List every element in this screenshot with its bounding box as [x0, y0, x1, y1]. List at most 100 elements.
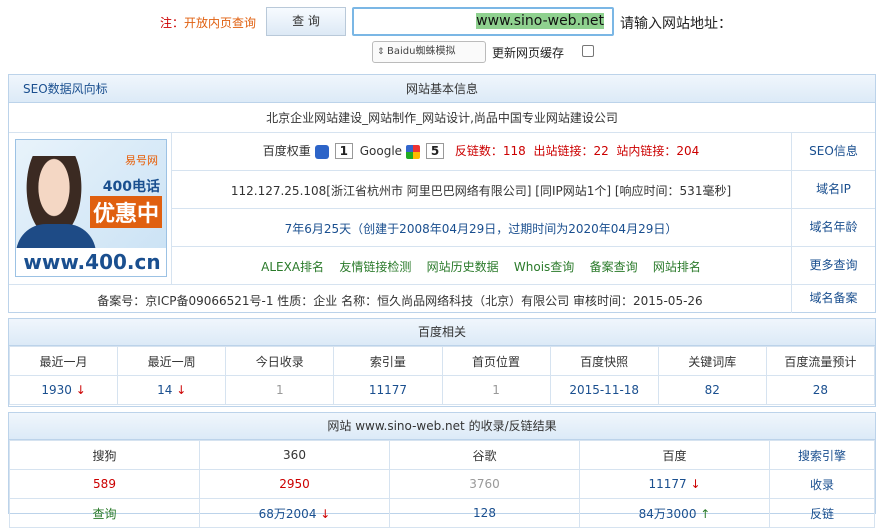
row-backlinks-label: 反链	[769, 498, 875, 528]
seo-info-row: 百度权重 1 Google 5 反链数：118 出站链接：22 站内链接：204	[171, 142, 791, 159]
domain-age-value: 7年6月25天（创建于2008年04月29日，过期时间为2020年04月29日）	[284, 222, 678, 236]
down-arrow-icon: ↓	[75, 383, 86, 397]
sogou-query-link[interactable]: 查询	[9, 498, 200, 528]
baidu-indexed-number: 11177	[648, 477, 687, 491]
index-row-backlinks: 查询 68万2004 ↓ 128 84万3000 ↑ 反链	[9, 498, 875, 528]
snapshot-value[interactable]: 2015-11-18	[549, 375, 659, 405]
baidu-header-row: 最近一月 最近一周 今日收录 索引量 首页位置 百度快照 关键词库 百度流量预计	[8, 346, 876, 376]
url-label: 请输入网站地址：	[620, 16, 732, 32]
360-backlinks-number: 68万2004	[258, 506, 317, 521]
last-month-value[interactable]: 1930 ↓	[8, 375, 119, 405]
internal-links-count: 站内链接：204	[616, 144, 700, 158]
index-panel: 网站 www.sino-web.net 的收录/反链结果 搜狗 360 谷歌 百…	[8, 412, 876, 528]
more-queries-label[interactable]: 更多查询	[791, 246, 875, 284]
site-rank-link[interactable]: 网站排名	[653, 260, 701, 274]
sogou-indexed[interactable]: 589	[9, 469, 200, 499]
backlinks-count: 反链数：118	[454, 144, 526, 158]
outbound-links-count: 出站链接：22	[533, 144, 609, 158]
homepage-pos-value: 1	[441, 375, 551, 405]
select-arrows-icon: ⇕	[377, 47, 385, 57]
360-backlinks[interactable]: 68万2004 ↓	[199, 498, 390, 528]
baidu-panel: 百度相关 最近一月 最近一周 今日收录 索引量 首页位置 百度快照 关键词库 百…	[8, 318, 876, 407]
baidu-weight-value[interactable]: 1	[334, 143, 353, 159]
google-pr-value[interactable]: 5	[425, 143, 445, 159]
spider-select[interactable]: ⇕ Baidu蜘蛛模拟	[372, 41, 486, 63]
note-text: 注：开放内页查询	[160, 14, 256, 31]
baidu-table: 最近一月 最近一周 今日收录 索引量 首页位置 百度快照 关键词库 百度流量预计…	[8, 346, 876, 405]
col-sogou: 搜狗	[9, 440, 200, 470]
ad-line1: 400电话	[102, 179, 160, 195]
google-icon	[405, 144, 420, 159]
ad-brand: 易号网	[125, 154, 158, 167]
col-last-week: 最近一周	[117, 346, 227, 376]
col-index: 索引量	[333, 346, 443, 376]
last-week-number: 14	[157, 383, 173, 397]
update-cache-checkbox[interactable]	[582, 45, 594, 57]
col-keywords: 关键词库	[657, 346, 767, 376]
note-prefix: 注：	[160, 16, 185, 30]
domain-record-value: 备案号：京ICP备09066521号-1 性质：企业 名称：恒久尚品网络科技（北…	[97, 294, 703, 308]
today-value: 1	[225, 375, 335, 405]
more-queries-links: ALEXA排名 友情链接检测 网站历史数据 Whois查询 备案查询 网站排名	[171, 258, 791, 275]
col-traffic: 百度流量预计	[765, 346, 876, 376]
domain-age-label[interactable]: 域名年龄	[791, 208, 875, 246]
down-arrow-icon: ↓	[176, 383, 187, 397]
baidu-weight-label: 百度权重	[262, 144, 311, 158]
down-arrow-icon: ↓	[690, 477, 701, 491]
col-google: 谷歌	[389, 440, 580, 470]
up-arrow-icon: ↑	[700, 506, 711, 521]
url-input[interactable]: www.sino-web.net	[352, 7, 614, 36]
col-360: 360	[199, 440, 390, 470]
domain-ip-value: 112.127.25.108[浙江省杭州市 阿里巴巴网络有限公司] [同IP网站…	[230, 184, 732, 198]
col-last-month: 最近一月	[8, 346, 119, 376]
traffic-value[interactable]: 28	[765, 375, 876, 405]
spider-select-value: Baidu蜘蛛模拟	[387, 46, 456, 57]
url-input-value: www.sino-web.net	[476, 13, 604, 29]
col-baidu: 百度	[579, 440, 770, 470]
whois-link[interactable]: Whois查询	[514, 260, 574, 274]
google-indexed[interactable]: 3760	[389, 469, 580, 499]
inner-page-link[interactable]: 开放内页查询	[184, 16, 256, 30]
domain-ip-label[interactable]: 域名IP	[791, 170, 875, 208]
query-button[interactable]: 查 询	[266, 7, 346, 36]
down-arrow-icon: ↓	[320, 506, 331, 521]
friend-links-link[interactable]: 友情链接检测	[339, 260, 411, 274]
google-label: Google	[359, 144, 403, 158]
index-row-indexed: 589 2950 3760 11177 ↓ 收录	[9, 469, 875, 499]
seo-trend-link[interactable]: SEO数据风向标	[23, 75, 108, 103]
baidu-backlinks-number: 84万3000	[638, 506, 697, 521]
last-week-value[interactable]: 14 ↓	[117, 375, 227, 405]
col-snapshot: 百度快照	[549, 346, 659, 376]
ad-banner[interactable]: 易号网 400电话 优惠中 www.400.cn	[15, 139, 167, 277]
basic-info-title: 网站基本信息	[405, 82, 478, 96]
ad-line2: 优惠中	[89, 196, 162, 228]
update-cache-label: 更新网页缓存	[492, 46, 565, 60]
col-homepage-pos: 首页位置	[441, 346, 551, 376]
baidu-indexed[interactable]: 11177 ↓	[579, 469, 770, 499]
index-header-row: 搜狗 360 谷歌 百度 搜索引擎	[9, 440, 875, 470]
google-backlinks[interactable]: 128	[389, 498, 580, 528]
col-search-engine: 搜索引擎	[769, 440, 875, 470]
baidu-value-row: 1930 ↓ 14 ↓ 1 11177 1 2015-11-18 82 28	[8, 375, 876, 405]
360-indexed[interactable]: 2950	[199, 469, 390, 499]
col-today: 今日收录	[225, 346, 335, 376]
keywords-value[interactable]: 82	[657, 375, 767, 405]
ad-url: www.400.cn	[16, 248, 166, 276]
icp-query-link[interactable]: 备案查询	[590, 260, 638, 274]
index-panel-header: 网站 www.sino-web.net 的收录/反链结果	[9, 413, 875, 440]
index-value[interactable]: 11177	[333, 375, 443, 405]
search-bar: 请输入网站地址： www.sino-web.net 查 询 注：开放内页查询 更…	[0, 0, 884, 70]
domain-record-label[interactable]: 域名备案	[791, 284, 875, 313]
site-title: 北京企业网站建设_网站制作_网站设计,尚品中国专业网站建设公司	[266, 111, 618, 125]
last-month-number: 1930	[41, 383, 72, 397]
baidu-panel-header: 百度相关	[9, 319, 875, 346]
basic-info-panel: 网站基本信息 SEO数据风向标 北京企业网站建设_网站制作_网站设计,尚品中国专…	[8, 74, 876, 313]
basic-info-header: 网站基本信息 SEO数据风向标	[9, 75, 875, 103]
history-data-link[interactable]: 网站历史数据	[427, 260, 499, 274]
seo-info-label[interactable]: SEO信息	[791, 132, 875, 170]
baidu-backlinks[interactable]: 84万3000 ↑	[579, 498, 770, 528]
alexa-rank-link[interactable]: ALEXA排名	[261, 260, 324, 274]
row-indexed-label: 收录	[769, 469, 875, 499]
baidu-paw-icon	[314, 144, 329, 159]
index-table: 搜狗 360 谷歌 百度 搜索引擎 589 2950 3760 11177 ↓ …	[9, 440, 875, 528]
